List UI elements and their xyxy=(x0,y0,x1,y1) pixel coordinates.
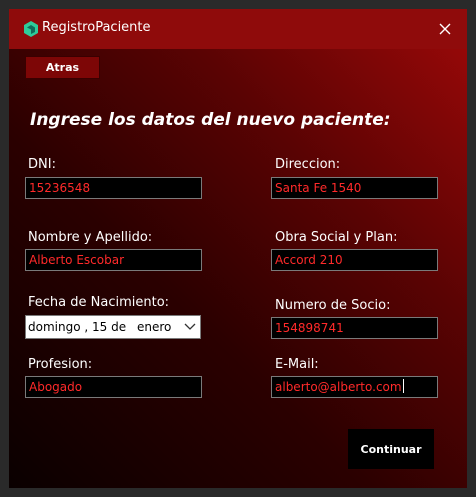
direccion-field[interactable]: Santa Fe 1540 xyxy=(271,177,438,199)
back-button[interactable]: Atras xyxy=(25,56,100,79)
app-logo-icon xyxy=(22,20,40,38)
window-title: RegistroPaciente xyxy=(42,20,151,35)
profesion-label: Profesion: xyxy=(28,357,93,372)
title-bar: RegistroPaciente xyxy=(9,9,467,49)
numero-socio-field[interactable]: 154898741 xyxy=(271,317,438,339)
text-caret xyxy=(402,379,404,393)
obra-social-field[interactable]: Accord 210 xyxy=(271,249,438,271)
nombre-label: Nombre y Apellido: xyxy=(28,230,153,245)
fecha-nacimiento-picker[interactable]: domingo , 15 de enero xyxy=(25,315,201,339)
email-value: alberto@alberto.com xyxy=(275,380,402,394)
numero-socio-label: Numero de Socio: xyxy=(275,298,391,313)
fecha-label: Fecha de Nacimiento: xyxy=(28,295,170,310)
email-field[interactable]: alberto@alberto.com xyxy=(271,376,438,398)
fecha-month-text: enero xyxy=(137,320,172,334)
obra-social-label: Obra Social y Plan: xyxy=(275,230,398,245)
dni-field[interactable]: 15236548 xyxy=(25,177,202,199)
direccion-label: Direccion: xyxy=(275,157,341,172)
dni-label: DNI: xyxy=(28,157,56,172)
continue-button[interactable]: Continuar xyxy=(348,429,434,469)
registro-paciente-window: RegistroPaciente Atras Ingrese los datos… xyxy=(0,0,476,497)
chevron-down-icon[interactable] xyxy=(184,322,196,332)
form-heading: Ingrese los datos del nuevo paciente: xyxy=(30,110,391,130)
email-label: E-Mail: xyxy=(275,357,319,372)
nombre-field[interactable]: Alberto Escobar xyxy=(25,249,202,271)
close-icon xyxy=(439,23,451,35)
form-panel: Atras Ingrese los datos del nuevo pacien… xyxy=(9,49,467,488)
close-button[interactable] xyxy=(434,18,456,40)
fecha-date-text: domingo , 15 de xyxy=(28,320,127,334)
profesion-field[interactable]: Abogado xyxy=(25,376,202,398)
